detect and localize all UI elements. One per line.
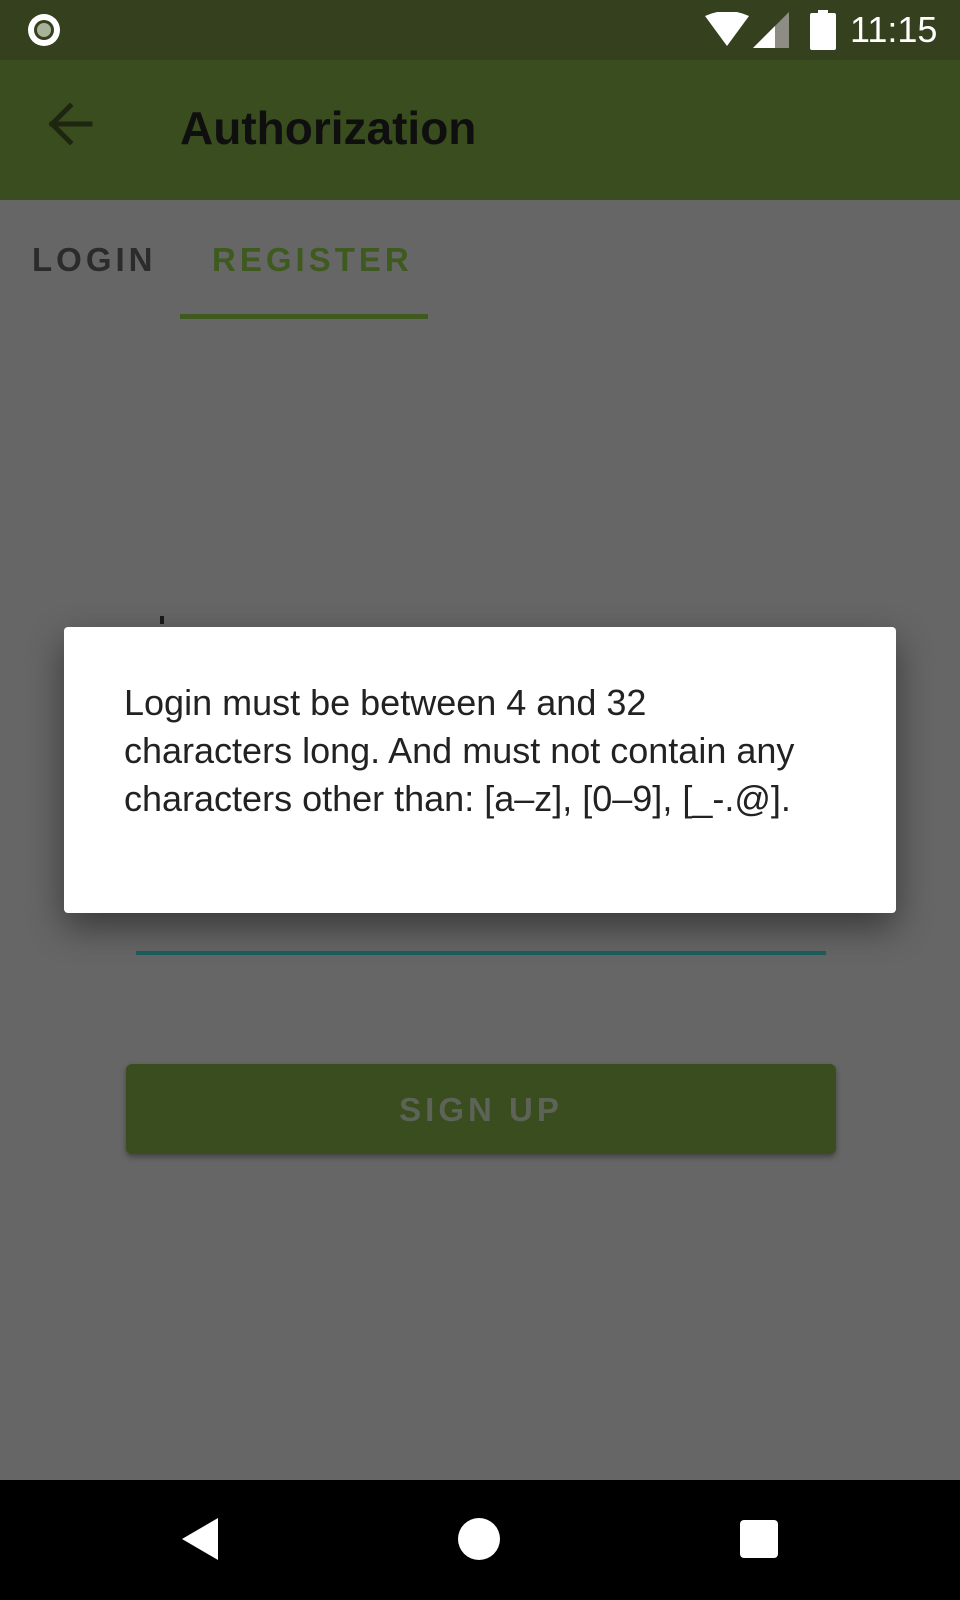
dialog-message: Login must be between 4 and 32 character… [124,682,795,819]
sign-up-button[interactable]: SIGN UP [126,1064,836,1154]
nav-back-icon[interactable] [180,1518,220,1560]
page-title: Authorization [180,102,477,154]
validation-dialog: Login must be between 4 and 32 character… [64,627,896,913]
status-time: 11:15 [850,9,938,50]
login-field-label-fragment [160,616,164,624]
battery-icon [810,10,836,50]
arrow-back-icon[interactable] [44,98,96,150]
tab-indicator [180,314,428,319]
status-bar: 11:15 [0,0,960,60]
tab-login[interactable]: LOGIN [32,240,157,280]
nav-home-icon[interactable] [458,1518,500,1560]
tab-register[interactable]: REGISTER [212,240,413,280]
notification-dot-icon [28,14,60,46]
nav-recents-icon[interactable] [740,1520,778,1558]
wifi-icon [705,12,749,46]
tab-bar: LOGIN REGISTER [0,200,960,320]
cell-signal-icon [753,12,789,48]
password-field-underline [136,951,826,955]
app-toolbar: Authorization [0,60,960,200]
